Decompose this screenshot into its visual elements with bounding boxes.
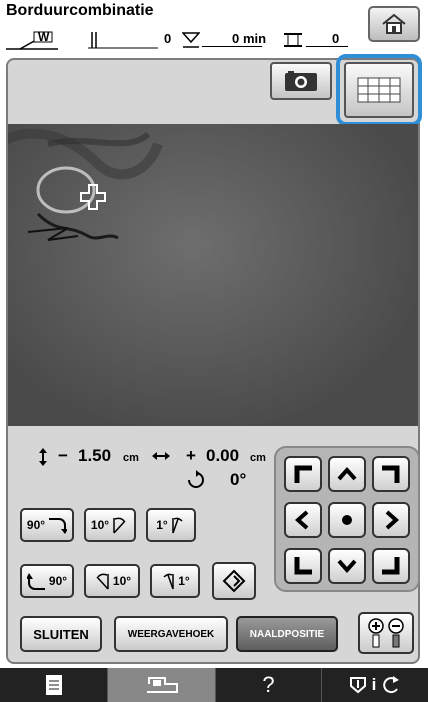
vertical-offset-sign: − (58, 446, 68, 465)
stitch-count: 0 (164, 31, 172, 46)
home-button[interactable] (368, 6, 420, 42)
stitch-counter-icon (88, 32, 158, 49)
move-down-left-button[interactable] (284, 548, 322, 584)
vertical-offset-icon (39, 448, 47, 466)
zoom-button[interactable] (358, 612, 414, 654)
thread-spool-icon (284, 33, 302, 47)
home-icon (382, 13, 406, 34)
nav-help-button[interactable]: ? (216, 668, 322, 702)
nav-embroidery-button[interactable] (108, 668, 216, 702)
chevron-left-icon (294, 510, 309, 530)
horizontal-offset-sign: + (186, 446, 196, 465)
color-count: 0 (332, 31, 340, 46)
rotate-right-small-icon (113, 517, 126, 534)
view-angle-button[interactable]: WEERGAVEHOEK (114, 616, 228, 652)
rotate-left-10-label: 10° (112, 574, 132, 588)
zoom-out-icon (388, 618, 404, 648)
center-dot-icon (342, 515, 352, 525)
camera-icon (285, 71, 317, 91)
needle-position-button[interactable]: NAALDPOSITIE (236, 616, 338, 652)
nav-pattern-button[interactable] (0, 668, 108, 702)
rotate-left-90-button[interactable]: 90° (20, 564, 74, 598)
page-title: Borduurcombinatie (6, 2, 154, 19)
zoom-in-icon (368, 618, 384, 648)
move-down-right-button[interactable] (372, 548, 410, 584)
reset-rotation-button[interactable] (212, 562, 256, 600)
rotate-right-90-label: 90° (26, 518, 46, 532)
chevron-up-icon (337, 466, 357, 481)
rotation-value: 0° (230, 470, 247, 489)
refresh-icon (383, 676, 400, 694)
nav-settings-button[interactable]: i (322, 668, 428, 702)
rotate-left-icon (26, 573, 45, 590)
info-label: i (371, 675, 377, 694)
grid-button-highlight (336, 54, 422, 126)
chevron-down-icon (337, 559, 357, 574)
document-icon (45, 675, 62, 695)
center-button[interactable] (328, 502, 366, 538)
horizontal-offset-value: 0.00 (206, 446, 240, 465)
rotate-left-10-button[interactable]: 10° (84, 564, 140, 598)
horizontal-offset-unit: cm (250, 452, 266, 464)
rotate-left-90-label: 90° (48, 574, 68, 588)
move-up-button[interactable] (328, 456, 366, 492)
presser-foot-label: W (38, 30, 50, 44)
bottom-nav-bar: ? i (0, 668, 428, 702)
rotate-left-small-icon (96, 573, 109, 590)
presser-foot-icon (6, 31, 58, 50)
settings-icon (349, 677, 366, 694)
move-down-button[interactable] (328, 548, 366, 584)
rotate-left-tiny-icon (163, 573, 174, 590)
move-up-left-button[interactable] (284, 456, 322, 492)
rotate-right-icon (49, 518, 68, 534)
rotate-right-1-button[interactable]: 1° (146, 508, 196, 542)
corner-up-left-icon (294, 465, 312, 483)
rotate-right-10-label: 10° (90, 518, 110, 532)
rotate-right-tiny-icon (171, 517, 183, 534)
chevron-right-icon (385, 510, 400, 530)
reset-rotation-icon (222, 569, 246, 593)
camera-view[interactable] (8, 124, 418, 426)
horizontal-offset-icon (152, 452, 170, 460)
fabric-image (8, 128, 163, 241)
move-right-button[interactable] (372, 502, 410, 538)
corner-down-right-icon (382, 557, 400, 575)
rotate-left-1-button[interactable]: 1° (150, 564, 200, 598)
rotate-right-90-button[interactable]: 90° (20, 508, 74, 542)
time-divider (202, 46, 262, 47)
rotation-icon (188, 470, 204, 488)
close-button[interactable]: SLUITEN (20, 616, 102, 652)
camera-button[interactable] (270, 62, 332, 100)
move-left-button[interactable] (284, 502, 322, 538)
vertical-offset-unit: cm (123, 452, 139, 464)
color-divider (306, 46, 348, 47)
rotate-right-10-button[interactable]: 10° (84, 508, 136, 542)
embroidery-machine-icon (146, 677, 178, 693)
rotate-right-1-label: 1° (156, 518, 168, 532)
time-icon (182, 32, 200, 48)
vertical-offset-value: 1.50 (78, 446, 112, 465)
corner-down-left-icon (294, 557, 312, 575)
time-unit: min (243, 31, 267, 46)
crosshair-icon (80, 184, 106, 210)
corner-up-right-icon (382, 465, 400, 483)
rotate-left-1-label: 1° (178, 574, 190, 588)
move-up-right-button[interactable] (372, 456, 410, 492)
status-bar: W 0 0 min 0 (6, 28, 356, 52)
time-value: 0 (232, 31, 240, 46)
